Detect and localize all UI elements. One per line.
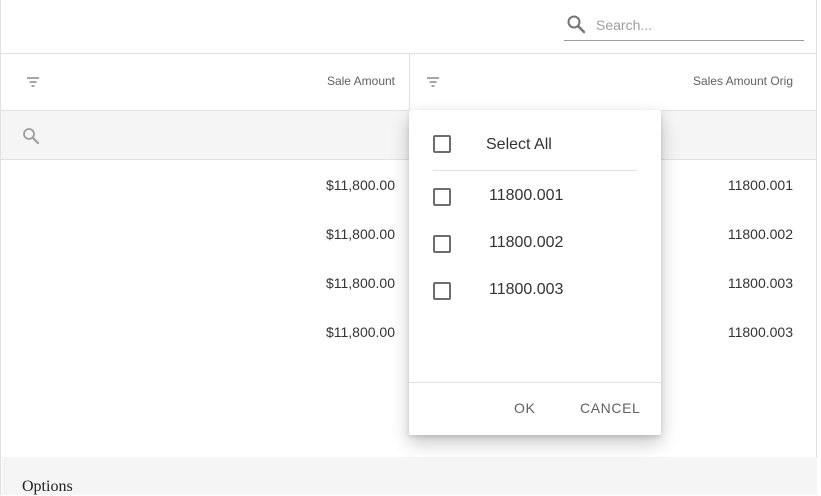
column-header-sales-amount-orig[interactable]: Sales Amount Orig [410, 53, 816, 110]
cell-sale-amount: $11,800.00 [325, 324, 395, 340]
search-icon [566, 14, 586, 34]
column-header-sale-amount[interactable]: Sale Amount [1, 53, 410, 110]
cell-sales-amount-orig: 11800.003 [727, 324, 793, 340]
cell-sales-amount-orig: 11800.001 [727, 177, 793, 193]
cancel-button[interactable]: CANCEL [580, 400, 640, 416]
select-all-checkbox[interactable] [433, 135, 451, 153]
options-bar: Options [2, 457, 817, 495]
divider [433, 170, 637, 171]
filter-option-label[interactable]: 11800.002 [489, 234, 563, 252]
search-icon[interactable] [22, 127, 40, 145]
filter-option-label[interactable]: 11800.003 [489, 281, 563, 299]
grid-toolbar [1, 0, 816, 54]
search-input[interactable] [594, 12, 798, 38]
header-row: Sale Amount Sales Amount Orig [1, 53, 816, 111]
divider [409, 382, 661, 383]
cell-sales-amount-orig: 11800.002 [727, 226, 793, 242]
filter-option-checkbox[interactable] [433, 188, 451, 206]
search-box[interactable] [564, 8, 804, 41]
filter-option-label[interactable]: 11800.001 [489, 187, 563, 205]
select-all-label[interactable]: Select All [486, 136, 552, 154]
filter-icon[interactable] [26, 75, 40, 87]
filter-icon[interactable] [426, 75, 440, 87]
column-filter-popup: Select All 11800.001 11800.002 11800.003… [409, 110, 661, 435]
filter-option-checkbox[interactable] [433, 235, 451, 253]
cell-sales-amount-orig: 11800.003 [727, 275, 793, 291]
column-header-label[interactable]: Sale Amount [327, 74, 395, 88]
cell-sale-amount: $11,800.00 [325, 177, 395, 193]
cell-sale-amount: $11,800.00 [325, 275, 395, 291]
column-header-label[interactable]: Sales Amount Orig [693, 74, 793, 88]
filter-option-checkbox[interactable] [433, 282, 451, 300]
cell-sale-amount: $11,800.00 [325, 226, 395, 242]
ok-button[interactable]: OK [514, 400, 535, 416]
options-label[interactable]: Options [22, 478, 73, 496]
